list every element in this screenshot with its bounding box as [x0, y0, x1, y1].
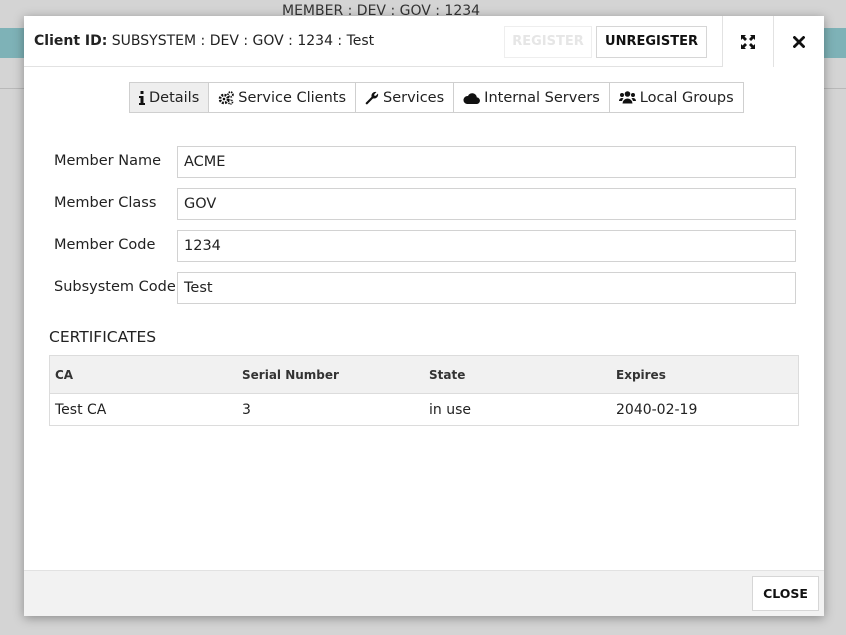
subsystem-code-row: Subsystem Code Test: [54, 272, 796, 304]
certificates-table: CA Serial Number State Expires Test CA 3…: [49, 355, 799, 426]
column-header-state[interactable]: State: [429, 356, 465, 393]
member-class-row: Member Class GOV: [54, 188, 796, 220]
column-header-expires[interactable]: Expires: [616, 356, 666, 393]
dialog-footer: CLOSE: [24, 570, 824, 616]
close-button[interactable]: CLOSE: [752, 576, 819, 611]
tab-details[interactable]: Details: [130, 83, 209, 112]
dialog-header: Client ID: SUBSYSTEM : DEV : GOV : 1234 …: [24, 16, 824, 67]
table-header: CA Serial Number State Expires: [50, 356, 798, 394]
cell-serial-number: 3: [242, 401, 251, 418]
member-code-label: Member Code: [54, 237, 156, 253]
close-x-button[interactable]: [773, 16, 824, 67]
cell-expires: 2040-02-19: [616, 401, 698, 418]
member-code-row: Member Code 1234: [54, 230, 796, 262]
client-id-label: Client ID:: [34, 33, 108, 49]
member-name-row: Member Name ACME: [54, 146, 796, 178]
client-id-value: SUBSYSTEM : DEV : GOV : 1234 : Test: [111, 33, 375, 49]
tab-services-label: Services: [383, 89, 445, 106]
expand-button[interactable]: [722, 16, 773, 67]
tab-services[interactable]: Services: [355, 83, 454, 112]
gears-icon: [218, 90, 235, 105]
client-details-dialog: Client ID: SUBSYSTEM : DEV : GOV : 1234 …: [24, 16, 824, 616]
member-name-field[interactable]: ACME: [177, 146, 796, 178]
subsystem-code-field[interactable]: Test: [177, 272, 796, 304]
member-class-field[interactable]: GOV: [177, 188, 796, 220]
tab-service-clients[interactable]: Service Clients: [208, 83, 356, 112]
column-header-serial-number[interactable]: Serial Number: [242, 356, 339, 393]
register-button[interactable]: REGISTER: [504, 26, 592, 58]
certificates-title: CERTIFICATES: [49, 328, 157, 346]
dialog-title: Client ID: SUBSYSTEM : DEV : GOV : 1234 …: [34, 33, 374, 49]
cell-state: in use: [429, 401, 471, 418]
tab-internal-servers[interactable]: Internal Servers: [453, 83, 609, 112]
member-class-label: Member Class: [54, 195, 157, 211]
info-icon: [139, 90, 145, 105]
cloud-icon: [463, 92, 481, 104]
close-icon: [793, 35, 805, 48]
wrench-icon: [365, 91, 379, 104]
tab-local-groups[interactable]: Local Groups: [608, 83, 743, 112]
table-row[interactable]: Test CA 3 in use 2040-02-19: [50, 394, 798, 425]
users-icon: [618, 91, 636, 104]
column-header-ca[interactable]: CA: [55, 356, 73, 393]
tab-local-groups-label: Local Groups: [639, 89, 734, 106]
tab-bar: Details Service Clients Services Interna…: [129, 82, 744, 113]
subsystem-code-label: Subsystem Code: [54, 279, 176, 295]
cell-ca: Test CA: [55, 401, 107, 418]
tab-service-clients-label: Service Clients: [238, 89, 347, 106]
member-code-field[interactable]: 1234: [177, 230, 796, 262]
tab-internal-servers-label: Internal Servers: [484, 89, 600, 106]
tab-details-label: Details: [149, 89, 200, 106]
unregister-button[interactable]: UNREGISTER: [596, 26, 707, 58]
member-name-label: Member Name: [54, 153, 162, 169]
expand-icon: [741, 34, 755, 49]
